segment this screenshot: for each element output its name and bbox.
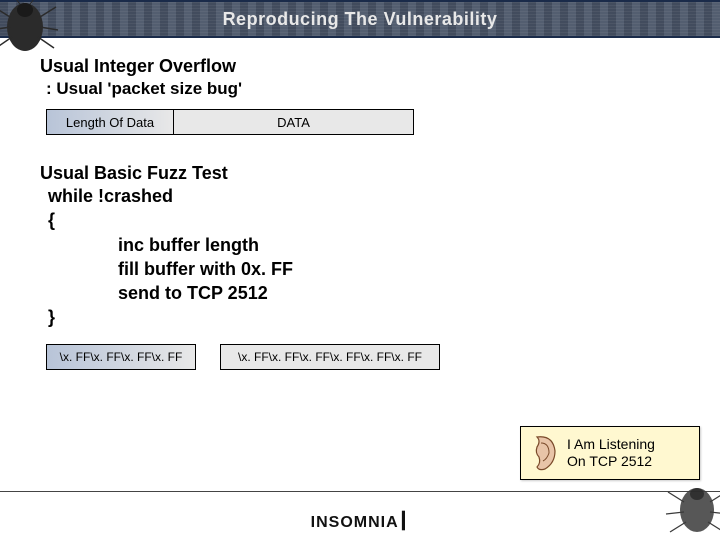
packet-diagram-2: \x. FF\x. FF\x. FF\x. FF \x. FF\x. FF\x.… — [46, 344, 680, 370]
section2-title: Usual Basic Fuzz Test — [40, 163, 680, 184]
code-open-brace: { — [48, 208, 680, 232]
footer-brand: INSOMNIA┃ — [0, 512, 720, 532]
code-inc: inc buffer length — [118, 233, 680, 257]
packet2-cell2: \x. FF\x. FF\x. FF\x. FF\x. FF\x. FF — [220, 344, 440, 370]
cockroach-decoration-bottom — [662, 480, 720, 536]
banner-title: Reproducing The Vulnerability — [223, 9, 498, 30]
packet-length-cell: Length Of Data — [46, 109, 174, 135]
packet2-gap — [196, 344, 220, 370]
section1-subtitle: : Usual 'packet size bug' — [46, 79, 680, 99]
code-send: send to TCP 2512 — [118, 281, 680, 305]
packet-diagram-1: Length Of Data DATA — [46, 109, 680, 135]
footer-divider — [0, 491, 720, 492]
listen-line1: I Am Listening — [567, 436, 655, 453]
code-block: while !crashed { inc buffer length fill … — [48, 184, 680, 330]
listen-line2: On TCP 2512 — [567, 453, 655, 470]
section1-title: Usual Integer Overflow — [40, 56, 680, 77]
code-while: while !crashed — [48, 184, 680, 208]
ear-icon — [527, 433, 561, 473]
slide-content: Usual Integer Overflow : Usual 'packet s… — [0, 38, 720, 370]
code-fill: fill buffer with 0x. FF — [118, 257, 680, 281]
bullet-icon: ┃ — [399, 511, 410, 531]
title-banner: Reproducing The Vulnerability — [0, 0, 720, 38]
code-close-brace: } — [48, 305, 680, 329]
listening-callout: I Am Listening On TCP 2512 — [520, 426, 700, 480]
cockroach-decoration-top — [0, 0, 60, 52]
packet2-cell1: \x. FF\x. FF\x. FF\x. FF — [46, 344, 196, 370]
packet-data-cell: DATA — [174, 109, 414, 135]
